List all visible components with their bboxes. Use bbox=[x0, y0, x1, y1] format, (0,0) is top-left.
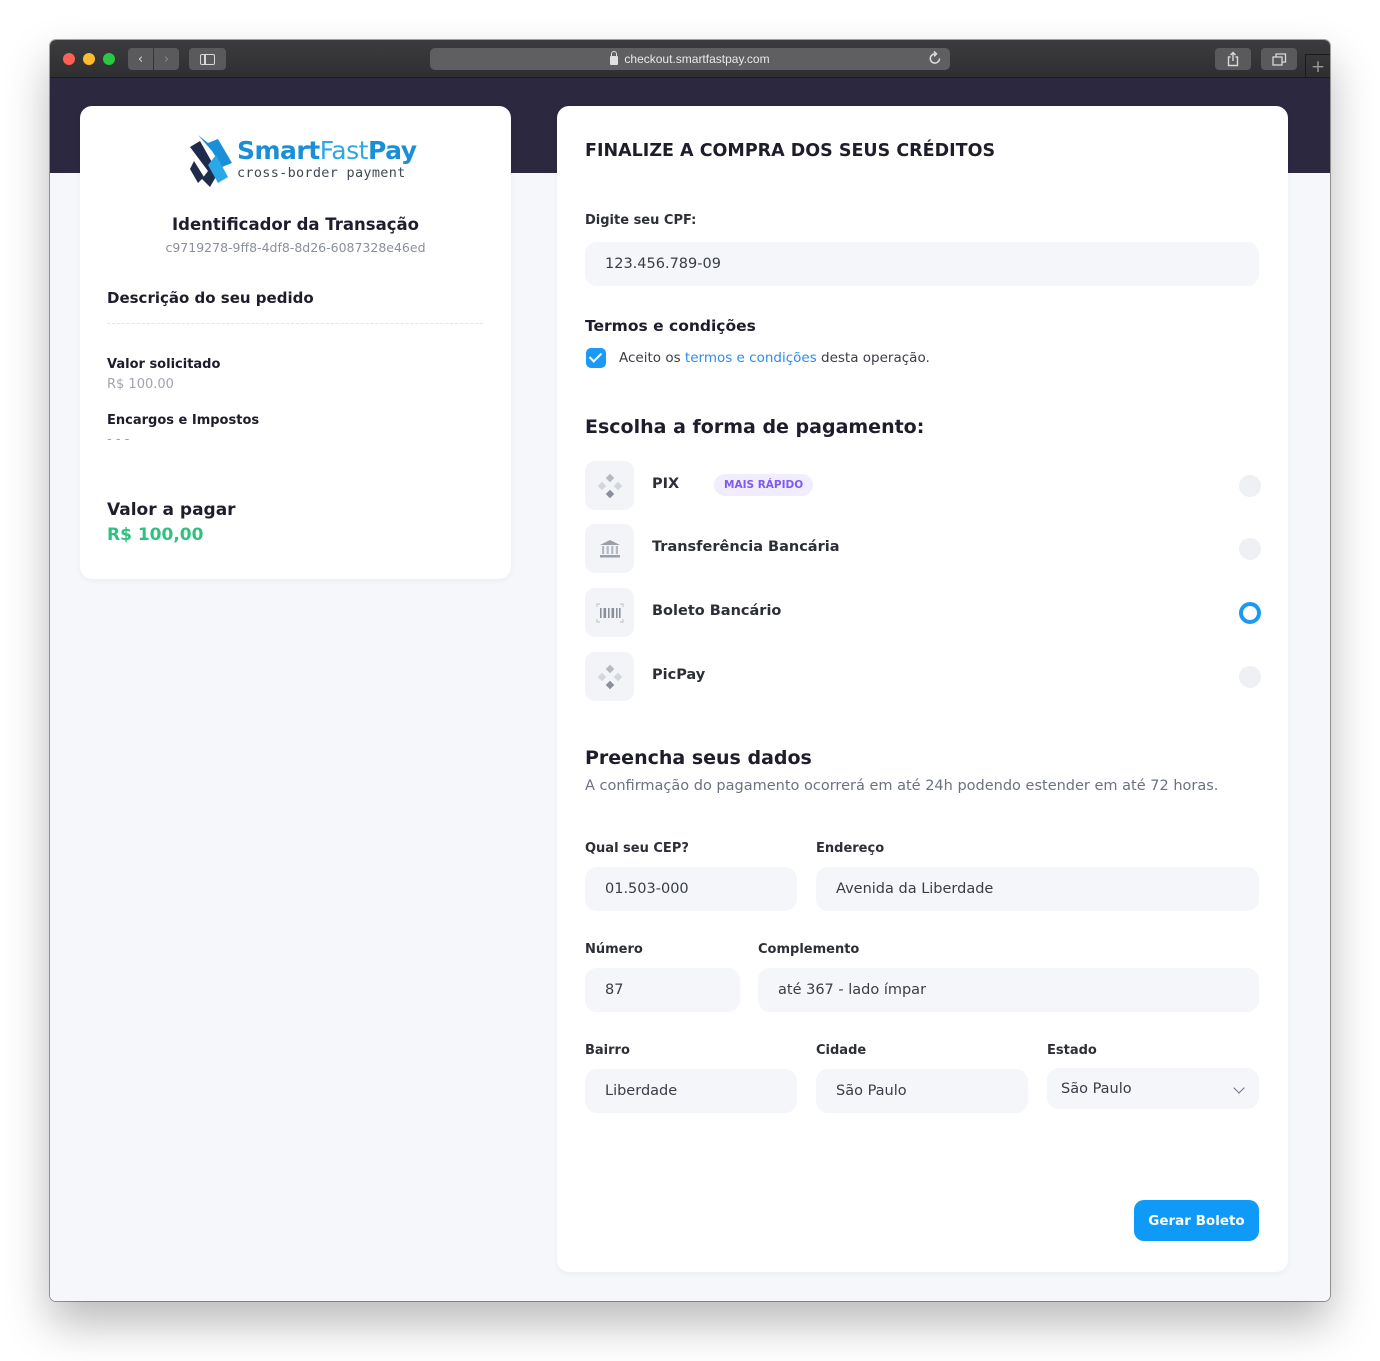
bank-icon bbox=[585, 524, 634, 573]
number-input[interactable]: 87 bbox=[585, 968, 740, 1012]
number-label: Número bbox=[585, 942, 643, 957]
boleto-radio-selected[interactable] bbox=[1239, 602, 1261, 624]
url-text: checkout.smartfastpay.com bbox=[624, 52, 770, 66]
requested-value: R$ 100.00 bbox=[107, 377, 174, 392]
chevron-down-icon bbox=[1233, 1082, 1245, 1094]
pix-label: PIX bbox=[652, 476, 680, 492]
checkout-card: FINALIZE A COMPRA DOS SEUS CRÉDITOS Digi… bbox=[557, 106, 1288, 1272]
lock-icon bbox=[610, 50, 619, 65]
address-bar[interactable]: checkout.smartfastpay.com bbox=[430, 48, 950, 70]
amount-to-pay-label: Valor a pagar bbox=[107, 500, 236, 520]
zoom-window-button[interactable] bbox=[103, 53, 115, 65]
terms-heading: Termos e condições bbox=[585, 317, 756, 335]
state-label: Estado bbox=[1047, 1043, 1097, 1058]
forward-button[interactable]: › bbox=[154, 48, 179, 70]
complement-input[interactable]: até 367 - lado ímpar bbox=[758, 968, 1259, 1012]
page-content: SmartFastPay cross-border payment Identi… bbox=[50, 78, 1330, 1301]
tabs-icon bbox=[1271, 52, 1286, 66]
plus-icon: + bbox=[1310, 56, 1326, 77]
browser-window: ‹ › checkout.smartfastpay.com + SmartFas… bbox=[50, 40, 1330, 1301]
cep-label: Qual seu CEP? bbox=[585, 841, 689, 856]
logo-mark-icon bbox=[190, 135, 232, 187]
district-label: Bairro bbox=[585, 1043, 630, 1058]
pix-icon bbox=[585, 461, 634, 510]
fees-label: Encargos e Impostos bbox=[107, 413, 260, 428]
back-button[interactable]: ‹ bbox=[128, 48, 153, 70]
complement-label: Complemento bbox=[758, 942, 860, 957]
pix-radio[interactable] bbox=[1239, 475, 1261, 497]
share-button[interactable] bbox=[1215, 48, 1251, 70]
terms-text: Aceito os termos e condições desta opera… bbox=[619, 350, 930, 366]
payment-confirmation-note: A confirmação do pagamento ocorrerá em a… bbox=[585, 778, 1219, 794]
city-input[interactable]: São Paulo bbox=[816, 1069, 1028, 1113]
state-selected-value: São Paulo bbox=[1061, 1080, 1132, 1097]
payment-option-bank-transfer[interactable]: Transferência Bancária bbox=[585, 524, 1261, 574]
dashed-divider bbox=[107, 323, 483, 324]
fill-data-heading: Preencha seus dados bbox=[585, 747, 812, 769]
sidebar-toggle-button[interactable] bbox=[189, 48, 226, 70]
payment-option-pix[interactable]: PIX MAIS RÁPIDO bbox=[585, 461, 1261, 511]
terms-link[interactable]: termos e condições bbox=[685, 350, 817, 366]
chevron-left-icon: ‹ bbox=[137, 51, 144, 67]
bank-transfer-label: Transferência Bancária bbox=[652, 539, 840, 555]
picpay-icon bbox=[585, 652, 634, 701]
brand-tagline: cross-border payment bbox=[237, 165, 406, 181]
smartfastpay-logo: SmartFastPay cross-border payment bbox=[188, 133, 417, 189]
requested-value-label: Valor solicitado bbox=[107, 357, 221, 372]
tab-overview-button[interactable] bbox=[1261, 48, 1297, 70]
generate-boleto-button[interactable]: Gerar Boleto bbox=[1134, 1200, 1259, 1241]
cep-input[interactable]: 01.503-000 bbox=[585, 867, 797, 911]
order-summary-card: SmartFastPay cross-border payment Identi… bbox=[80, 106, 511, 579]
browser-titlebar: ‹ › checkout.smartfastpay.com + bbox=[50, 40, 1330, 78]
sidebar-icon bbox=[200, 53, 215, 65]
state-select[interactable]: São Paulo bbox=[1047, 1068, 1259, 1109]
transaction-id: c9719278-9ff8-4df8-8d26-6087328e46ed bbox=[165, 240, 426, 255]
boleto-label: Boleto Bancário bbox=[652, 603, 782, 619]
city-label: Cidade bbox=[816, 1043, 867, 1058]
address-label: Endereço bbox=[816, 841, 885, 856]
share-icon bbox=[1227, 51, 1239, 67]
order-description-heading: Descrição do seu pedido bbox=[107, 289, 314, 307]
terms-checkbox[interactable] bbox=[586, 348, 606, 368]
cpf-input[interactable]: 123.456.789-09 bbox=[585, 242, 1259, 286]
barcode-icon bbox=[585, 588, 634, 637]
picpay-radio[interactable] bbox=[1239, 666, 1261, 688]
payment-method-heading: Escolha a forma de pagamento: bbox=[585, 416, 925, 438]
payment-option-boleto[interactable]: Boleto Bancário bbox=[585, 588, 1261, 638]
amount-to-pay: R$ 100,00 bbox=[107, 525, 204, 545]
chevron-right-icon: › bbox=[163, 51, 170, 67]
checkout-title: FINALIZE A COMPRA DOS SEUS CRÉDITOS bbox=[585, 141, 996, 161]
close-window-button[interactable] bbox=[63, 53, 75, 65]
brand-name: SmartFastPay bbox=[237, 136, 417, 165]
fastest-badge: MAIS RÁPIDO bbox=[714, 474, 814, 496]
district-input[interactable]: Liberdade bbox=[585, 1069, 797, 1113]
picpay-label: PicPay bbox=[652, 667, 706, 683]
new-tab-button[interactable]: + bbox=[1305, 54, 1330, 78]
minimize-window-button[interactable] bbox=[83, 53, 95, 65]
transaction-title: Identificador da Transação bbox=[172, 215, 419, 234]
reload-icon[interactable] bbox=[928, 50, 942, 66]
fees-value: - - - bbox=[107, 432, 130, 447]
address-input[interactable]: Avenida da Liberdade bbox=[816, 867, 1259, 911]
bank-transfer-radio[interactable] bbox=[1239, 538, 1261, 560]
cpf-label: Digite seu CPF: bbox=[585, 213, 697, 228]
payment-option-picpay[interactable]: PicPay bbox=[585, 652, 1261, 702]
